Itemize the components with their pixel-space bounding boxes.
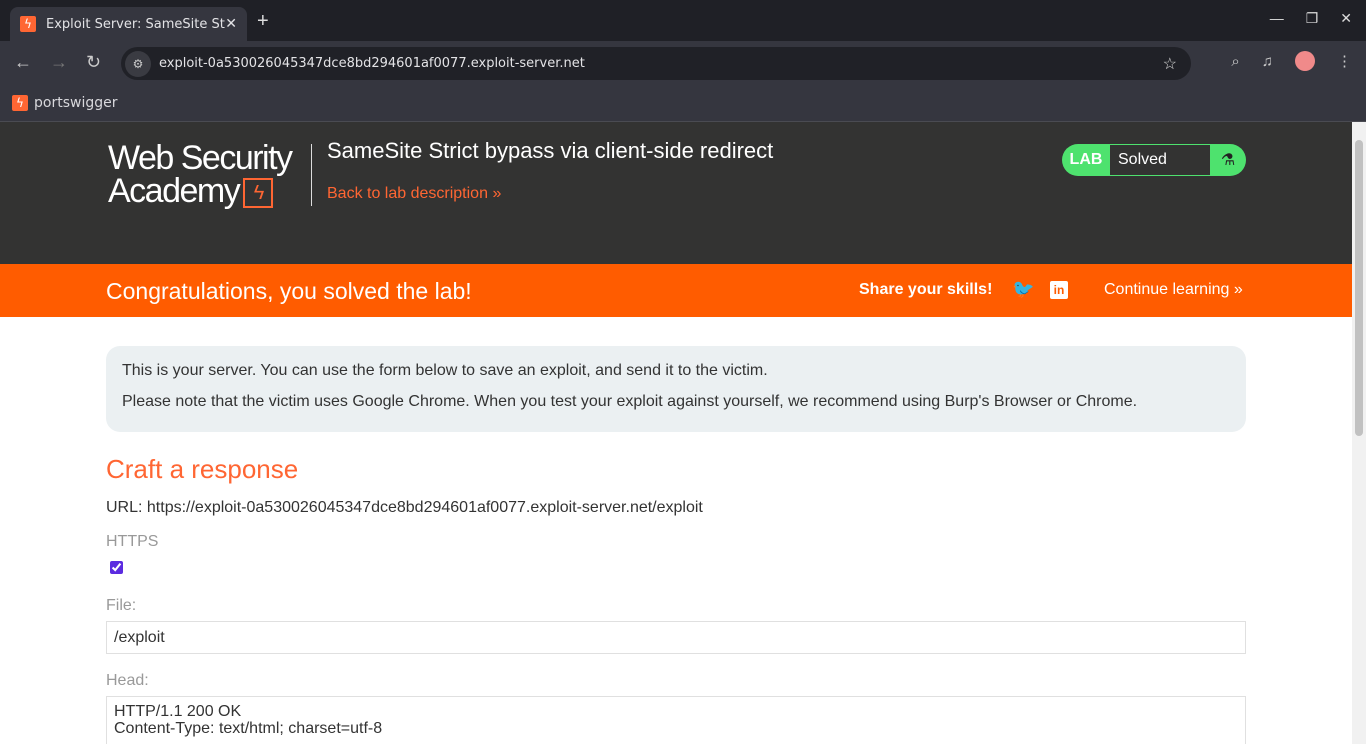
head-label: Head: bbox=[106, 672, 149, 689]
linkedin-icon[interactable]: in bbox=[1050, 281, 1068, 299]
page-content: Web Security Academy ϟ SameSite Strict byp… bbox=[0, 122, 1352, 744]
lab-title: SameSite Strict bypass via client-side r… bbox=[327, 138, 774, 163]
double-chevron-icon: » bbox=[1233, 281, 1243, 298]
twitter-icon[interactable]: 🐦 bbox=[1012, 279, 1034, 300]
close-window-icon[interactable]: ✕ bbox=[1340, 10, 1352, 27]
info-box: This is your server. You can use the for… bbox=[106, 346, 1246, 432]
divider bbox=[311, 144, 312, 206]
maximize-icon[interactable]: ❐ bbox=[1306, 10, 1319, 27]
portswigger-favicon-icon: ϟ bbox=[12, 95, 28, 111]
file-label: File: bbox=[106, 597, 137, 614]
web-security-academy-logo[interactable]: Web Security Academy ϟ bbox=[108, 141, 293, 210]
minimize-icon[interactable]: — bbox=[1270, 10, 1284, 27]
double-chevron-icon: » bbox=[492, 185, 502, 202]
info-line1: This is your server. You can use the for… bbox=[122, 362, 768, 379]
reload-icon[interactable]: ↻ bbox=[86, 52, 101, 73]
back-to-lab-link[interactable]: Back to lab description » bbox=[327, 185, 501, 203]
site-info-icon[interactable]: ⚙ bbox=[125, 50, 151, 77]
lab-header: Web Security Academy ϟ SameSite Strict byp… bbox=[0, 122, 1352, 264]
forward-icon[interactable]: → bbox=[50, 52, 68, 73]
section-heading: Craft a response bbox=[106, 454, 299, 484]
logo-line2: Academy bbox=[108, 172, 241, 210]
media-icon[interactable]: ♫ bbox=[1262, 53, 1273, 70]
bookmark-star-icon[interactable]: ☆ bbox=[1163, 54, 1177, 74]
profile-avatar[interactable] bbox=[1295, 51, 1315, 71]
badge-lab: LAB bbox=[1069, 151, 1103, 168]
badge-status: Solved bbox=[1110, 145, 1210, 175]
url-text[interactable]: exploit-0a530026045347dce8bd294601af0077… bbox=[159, 56, 1163, 71]
info-line2: Please note that the victim uses Google … bbox=[122, 393, 1138, 410]
tab-strip: ϟ Exploit Server: SameSite Strict bypass… bbox=[0, 0, 1366, 41]
scrollbar[interactable] bbox=[1352, 122, 1366, 744]
back-link-text: Back to lab description bbox=[327, 185, 488, 202]
back-icon[interactable]: ← bbox=[14, 52, 32, 73]
share-label: Share your skills! bbox=[859, 281, 993, 298]
continue-text: Continue learning bbox=[1104, 281, 1230, 298]
menu-icon[interactable]: ⋮ bbox=[1337, 52, 1352, 70]
close-tab-icon[interactable]: ✕ bbox=[225, 16, 237, 32]
search-tab-icon[interactable]: ⌕ bbox=[1231, 53, 1239, 70]
congrats-message: Congratulations, you solved the lab! bbox=[106, 278, 472, 304]
https-label: HTTPS bbox=[106, 533, 159, 550]
portswigger-favicon-icon: ϟ bbox=[20, 16, 36, 32]
new-tab-icon[interactable]: + bbox=[257, 10, 269, 33]
head-textarea[interactable]: HTTP/1.1 200 OK Content-Type: text/html;… bbox=[106, 696, 1246, 744]
browser-toolbar: ← → ↻ ⚙ exploit-0a530026045347dce8bd2946… bbox=[0, 41, 1366, 85]
bookmark-portswigger[interactable]: portswigger bbox=[34, 95, 117, 111]
browser-tab[interactable]: ϟ Exploit Server: SameSite Strict bypass… bbox=[10, 7, 247, 41]
bookmarks-bar: ϟ portswigger bbox=[0, 85, 1366, 122]
address-bar[interactable]: ⚙ exploit-0a530026045347dce8bd294601af00… bbox=[121, 47, 1191, 80]
file-input[interactable] bbox=[106, 621, 1246, 654]
continue-learning-link[interactable]: Continue learning » bbox=[1104, 281, 1243, 299]
https-checkbox[interactable] bbox=[110, 561, 123, 574]
scrollbar-thumb[interactable] bbox=[1355, 140, 1363, 436]
solved-banner: Congratulations, you solved the lab! Sha… bbox=[0, 264, 1352, 317]
bolt-icon: ϟ bbox=[243, 178, 274, 209]
lab-status-badge: LAB Solved ⚗ bbox=[1062, 144, 1246, 176]
exploit-url: URL: https://exploit-0a530026045347dce8b… bbox=[106, 499, 703, 516]
tab-title: Exploit Server: SameSite Strict bypass v… bbox=[46, 16, 225, 32]
flask-check-icon: ⚗ bbox=[1220, 152, 1236, 169]
